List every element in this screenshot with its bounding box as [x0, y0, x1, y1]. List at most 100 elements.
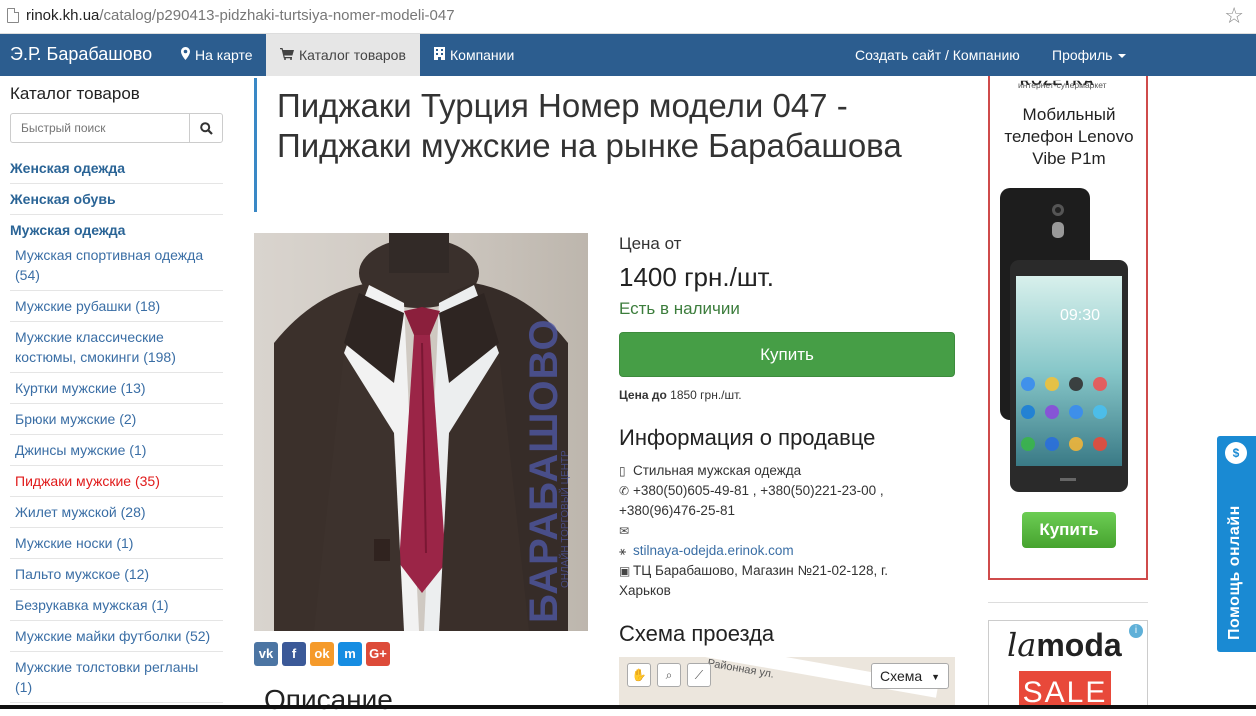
subcategory-item[interactable]: Брюки мужские (2): [10, 404, 223, 435]
description-heading: Описание: [264, 684, 393, 715]
search-icon: [200, 122, 213, 135]
odnoklassniki-share-icon[interactable]: ok: [310, 642, 334, 666]
subcategory-item[interactable]: Мужские майки футболки (52): [10, 621, 223, 652]
price-to-value: 1850 грн./шт.: [670, 388, 742, 402]
ad-divider: [988, 602, 1148, 603]
lamoda-logo-part1: la: [1007, 626, 1037, 664]
map-type-value: Схема: [880, 668, 923, 684]
buy-button[interactable]: Купить: [619, 332, 955, 377]
cart-icon: [280, 48, 294, 63]
lamoda-logo: lamoda: [1007, 626, 1122, 664]
url-text[interactable]: rinok.kh.ua/catalog/p290413-pidzhaki-tur…: [26, 7, 455, 24]
seller-info: ▯ Стильная мужская одежда ✆ +380(50)605-49…: [619, 461, 919, 601]
page-icon: [7, 8, 19, 23]
subcategory-item[interactable]: Мужские рубашки (18): [10, 291, 223, 322]
nav-catalog[interactable]: Каталог товаров: [266, 34, 420, 76]
subcategory-item[interactable]: Мужские носки (1): [10, 528, 223, 559]
price-to: Цена до 1850 грн./шт.: [619, 388, 742, 402]
seller-name: Стильная мужская одежда: [633, 463, 802, 478]
chevron-down-icon: [1118, 54, 1127, 59]
facebook-share-icon[interactable]: f: [282, 642, 306, 666]
lamoda-logo-part2: moda: [1036, 627, 1122, 663]
nav-companies-label: Компании: [450, 47, 515, 63]
building-icon: [434, 47, 445, 63]
nav-profile-label: Профиль: [1052, 47, 1113, 63]
subcategory-item[interactable]: Мужские классические костюмы, смокинги (…: [10, 322, 223, 373]
mailru-share-icon[interactable]: m: [338, 642, 362, 666]
subcategory-item[interactable]: Пальто мужское (12): [10, 559, 223, 590]
phone-icon: ✆: [619, 484, 630, 498]
zoom-tool-icon[interactable]: ⌕: [657, 663, 681, 687]
google-plus-share-icon[interactable]: G+: [366, 642, 390, 666]
bookmark-star-icon[interactable]: ☆: [1224, 3, 1244, 29]
watermark-subtext: ОНЛАЙН ТОРГОВЫЙ ЦЕНТР: [560, 450, 571, 588]
hand-tool-icon[interactable]: ✋: [627, 663, 651, 687]
seller-email-row: ✉: [619, 521, 919, 541]
quick-search: [10, 113, 223, 143]
product-title-block: Пиджаки Турция Номер модели 047 - Пиджак…: [254, 78, 954, 212]
nav-map[interactable]: На карте: [181, 47, 253, 63]
triangle-down-icon: ▼: [931, 672, 940, 682]
route-heading: Схема проезда: [619, 621, 775, 646]
ruler-tool-icon[interactable]: ⟋: [687, 663, 711, 687]
phone-image: 09:30: [1000, 188, 1128, 492]
vk-share-icon[interactable]: vk: [254, 642, 278, 666]
ad-lamoda[interactable]: lamoda i SALE: [988, 620, 1148, 709]
help-online-label: Помощь онлайн: [1226, 505, 1243, 640]
ad-tagline: интернет-супермаркет: [1018, 80, 1107, 90]
category-women-clothing[interactable]: Женская одежда: [10, 153, 223, 184]
page-title: Пиджаки Турция Номер модели 047 - Пиджак…: [277, 87, 902, 164]
envelope-icon[interactable]: ✉: [619, 521, 633, 541]
address-bar[interactable]: rinok.kh.ua/catalog/p290413-pidzhaki-tur…: [0, 0, 1256, 34]
category-men-clothing[interactable]: Мужская одежда: [10, 215, 223, 240]
top-navbar: Э.Р. Барабашово На карте Каталог товаров…: [0, 34, 1256, 76]
search-button[interactable]: [189, 113, 223, 143]
phone-clock: 09:30: [1060, 307, 1100, 324]
bottom-edge-bar: [0, 705, 1256, 709]
seller-phone-row: ✆ +380(50)605-49-81 , +380(50)221-23-00 ,…: [619, 481, 919, 521]
seller-site-link[interactable]: stilnaya-odejda.erinok.com: [633, 543, 794, 558]
subcategory-item[interactable]: Мужские толстовки регланы (1): [10, 652, 223, 703]
building-icon: ▯: [619, 464, 626, 478]
search-input[interactable]: [10, 113, 190, 143]
price-value: 1400 грн./шт.: [619, 262, 774, 292]
category-women-shoes[interactable]: Женская обувь: [10, 184, 223, 215]
share-buttons: vk f ok m G+: [254, 642, 394, 666]
ad-product-name: Мобильный телефон Lenovo Vibe P1m: [1004, 105, 1134, 168]
product-photo[interactable]: БАРАБАШОВО ОНЛАЙН ТОРГОВЫЙ ЦЕНТР: [254, 233, 588, 631]
bus-icon: ▣: [619, 564, 631, 578]
subcategory-item[interactable]: Безрукавка мужская (1): [10, 590, 223, 621]
brand-link[interactable]: Э.Р. Барабашово: [10, 44, 152, 65]
subcategory-item[interactable]: Джинсы мужские (1): [10, 435, 223, 466]
seller-site-row: ⚹ stilnaya-odejda.erinok.com: [619, 541, 919, 561]
sale-banner: SALE: [1019, 671, 1111, 708]
seller-address-row: ▣ ТЦ Барабашово, Магазин №21-02-128, г. Х…: [619, 561, 919, 601]
seller-address: ТЦ Барабашово, Магазин №21-02-128, г. Ха…: [619, 563, 889, 598]
sidebar-heading: Каталог товаров: [10, 84, 140, 103]
subcategory-item[interactable]: Мужская спортивная одежда (54): [10, 240, 223, 291]
subcategory-list: Мужская спортивная одежда (54) Мужские ру…: [10, 240, 223, 703]
route-map[interactable]: Районная ул. ✋ ⌕ ⟋ Схема ▼: [619, 657, 955, 709]
price-from-label: Цена от: [619, 234, 682, 253]
subcategory-item[interactable]: Пиджаки мужские (35): [10, 466, 223, 497]
nav-map-label: На карте: [195, 47, 253, 63]
nav-create-site[interactable]: Создать сайт / Компанию: [855, 47, 1020, 63]
ad-rozetka[interactable]: ROZETKA интернет-супермаркет Мобильный т…: [988, 76, 1148, 580]
seller-heading: Информация о продавце: [619, 425, 876, 450]
subcategory-item[interactable]: Куртки мужские (13): [10, 373, 223, 404]
nav-companies[interactable]: Компании: [434, 47, 514, 63]
chat-bubble-icon: $: [1225, 442, 1247, 464]
adchoices-icon[interactable]: i: [1129, 624, 1143, 638]
nav-catalog-label: Каталог товаров: [299, 47, 406, 63]
map-type-select[interactable]: Схема ▼: [871, 663, 949, 689]
seller-phones: +380(50)605-49-81 , +380(50)221-23-00 , …: [619, 483, 884, 518]
nav-profile[interactable]: Профиль: [1052, 47, 1127, 63]
help-online-tab[interactable]: $ Помощь онлайн: [1217, 436, 1256, 652]
map-marker-icon: [181, 47, 190, 63]
seller-name-row: ▯ Стильная мужская одежда: [619, 461, 919, 481]
ad-buy-button[interactable]: Купить: [1022, 512, 1116, 548]
sitemap-icon: ⚹: [619, 544, 627, 558]
stock-status: Есть в наличии: [619, 299, 740, 318]
subcategory-item[interactable]: Жилет мужской (28): [10, 497, 223, 528]
price-to-label: Цена до: [619, 388, 667, 402]
